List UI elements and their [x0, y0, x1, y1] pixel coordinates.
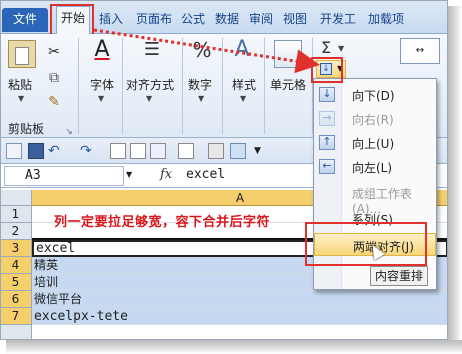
frame-shadow-bottom — [6, 340, 462, 354]
annotation-arrow — [93, 28, 343, 83]
frame-shadow-right — [448, 6, 462, 354]
